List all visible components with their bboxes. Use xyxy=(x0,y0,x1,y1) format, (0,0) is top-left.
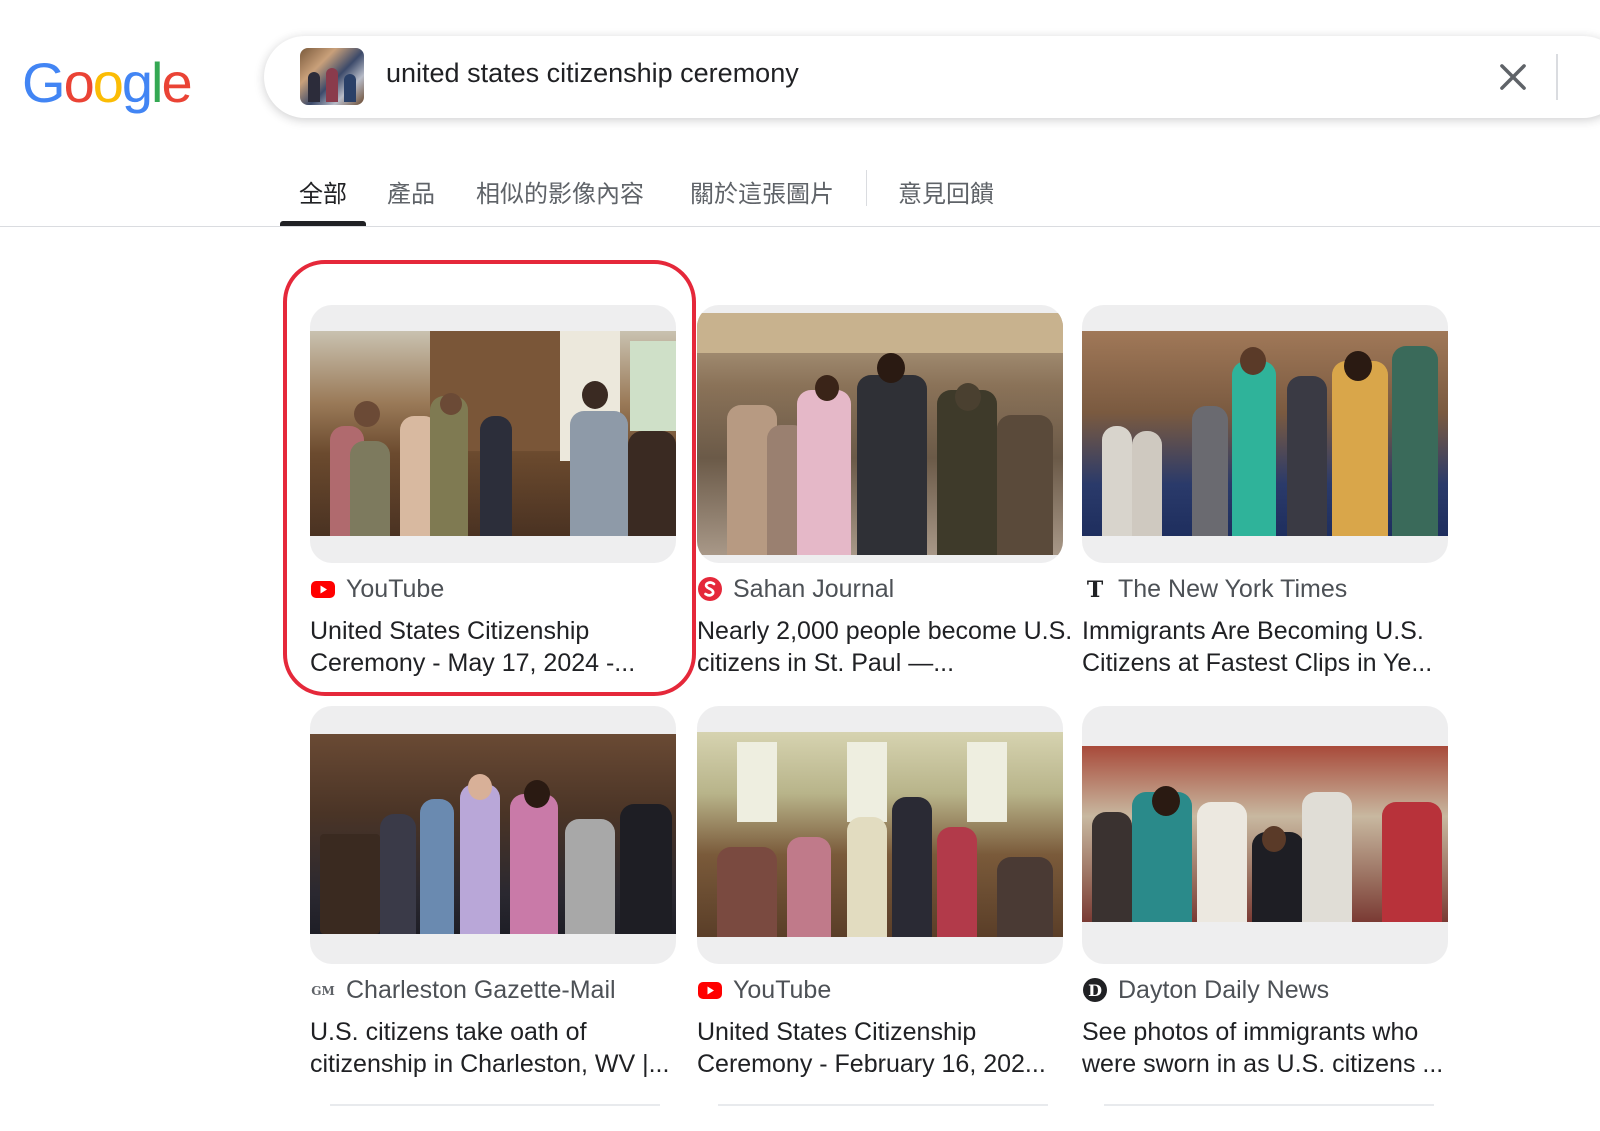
result-thumbnail[interactable] xyxy=(1082,305,1448,563)
close-icon[interactable] xyxy=(1494,58,1532,96)
gazette-mail-icon: GM xyxy=(310,977,336,1003)
result-thumbnail[interactable] xyxy=(697,305,1063,563)
result-title[interactable]: Immigrants Are Becoming U.S. Citizens at… xyxy=(1082,615,1462,679)
tab-products[interactable]: 產品 xyxy=(387,174,435,209)
active-tab-indicator xyxy=(280,221,366,226)
result-title[interactable]: U.S. citizens take oath of citizenship i… xyxy=(310,1016,690,1080)
google-logo[interactable]: Google xyxy=(22,50,193,115)
source-name: YouTube xyxy=(733,975,832,1004)
result-thumbnail[interactable] xyxy=(310,305,676,563)
tab-separator xyxy=(866,170,867,206)
result-title[interactable]: United States Citizenship Ceremony - May… xyxy=(310,615,690,679)
logo-letter: G xyxy=(22,51,66,114)
dayton-daily-news-icon: D xyxy=(1082,977,1108,1003)
source-name: Charleston Gazette-Mail xyxy=(346,975,616,1004)
sahan-journal-icon xyxy=(697,576,723,602)
svg-text:GM: GM xyxy=(311,984,335,998)
result-source[interactable]: YouTube xyxy=(697,974,831,1006)
logo-letter: l xyxy=(151,51,164,114)
result-title[interactable]: See photos of immigrants who were sworn … xyxy=(1082,1016,1462,1080)
tab-about-this-image[interactable]: 關於這張圖片 xyxy=(690,174,834,209)
source-name: Sahan Journal xyxy=(733,574,895,603)
result-source[interactable]: Sahan Journal xyxy=(697,573,894,605)
result-source[interactable]: D Dayton Daily News xyxy=(1082,974,1329,1006)
result-thumbnail[interactable] xyxy=(697,706,1063,964)
search-bar[interactable]: united states citizenship ceremony xyxy=(264,36,1600,118)
search-divider xyxy=(1556,54,1558,100)
logo-letter: e xyxy=(161,51,192,114)
search-image-thumbnail[interactable] xyxy=(300,48,364,105)
tab-visual-matches[interactable]: 相似的影像內容 xyxy=(476,174,644,209)
result-tabs: 全部 產品 相似的影像內容 關於這張圖片 意見回饋 xyxy=(0,160,1600,227)
result-source[interactable]: T The New York Times xyxy=(1082,573,1347,605)
next-row-edge xyxy=(1104,1104,1434,1106)
result-source[interactable]: YouTube xyxy=(310,573,444,605)
svg-text:D: D xyxy=(1088,981,1102,1000)
search-input[interactable]: united states citizenship ceremony xyxy=(386,58,799,89)
youtube-icon xyxy=(697,977,723,1003)
result-thumbnail[interactable] xyxy=(310,706,676,964)
result-source[interactable]: GM Charleston Gazette-Mail xyxy=(310,974,616,1006)
tab-all[interactable]: 全部 xyxy=(299,174,347,209)
source-name: The New York Times xyxy=(1118,574,1348,603)
next-row-edge xyxy=(718,1104,1048,1106)
logo-letter: o xyxy=(92,51,124,114)
source-name: Dayton Daily News xyxy=(1118,975,1330,1004)
logo-letter: g xyxy=(121,51,153,114)
tab-feedback[interactable]: 意見回饋 xyxy=(898,174,994,209)
result-title[interactable]: Nearly 2,000 people become U.S. citizens… xyxy=(697,615,1077,679)
next-row-edge xyxy=(330,1104,660,1106)
svg-text:T: T xyxy=(1087,577,1104,602)
source-name: YouTube xyxy=(346,574,445,603)
result-thumbnail[interactable] xyxy=(1082,706,1448,964)
youtube-icon xyxy=(310,576,336,602)
logo-letter: o xyxy=(63,51,95,114)
nyt-icon: T xyxy=(1082,576,1108,603)
result-title[interactable]: United States Citizenship Ceremony - Feb… xyxy=(697,1016,1077,1080)
